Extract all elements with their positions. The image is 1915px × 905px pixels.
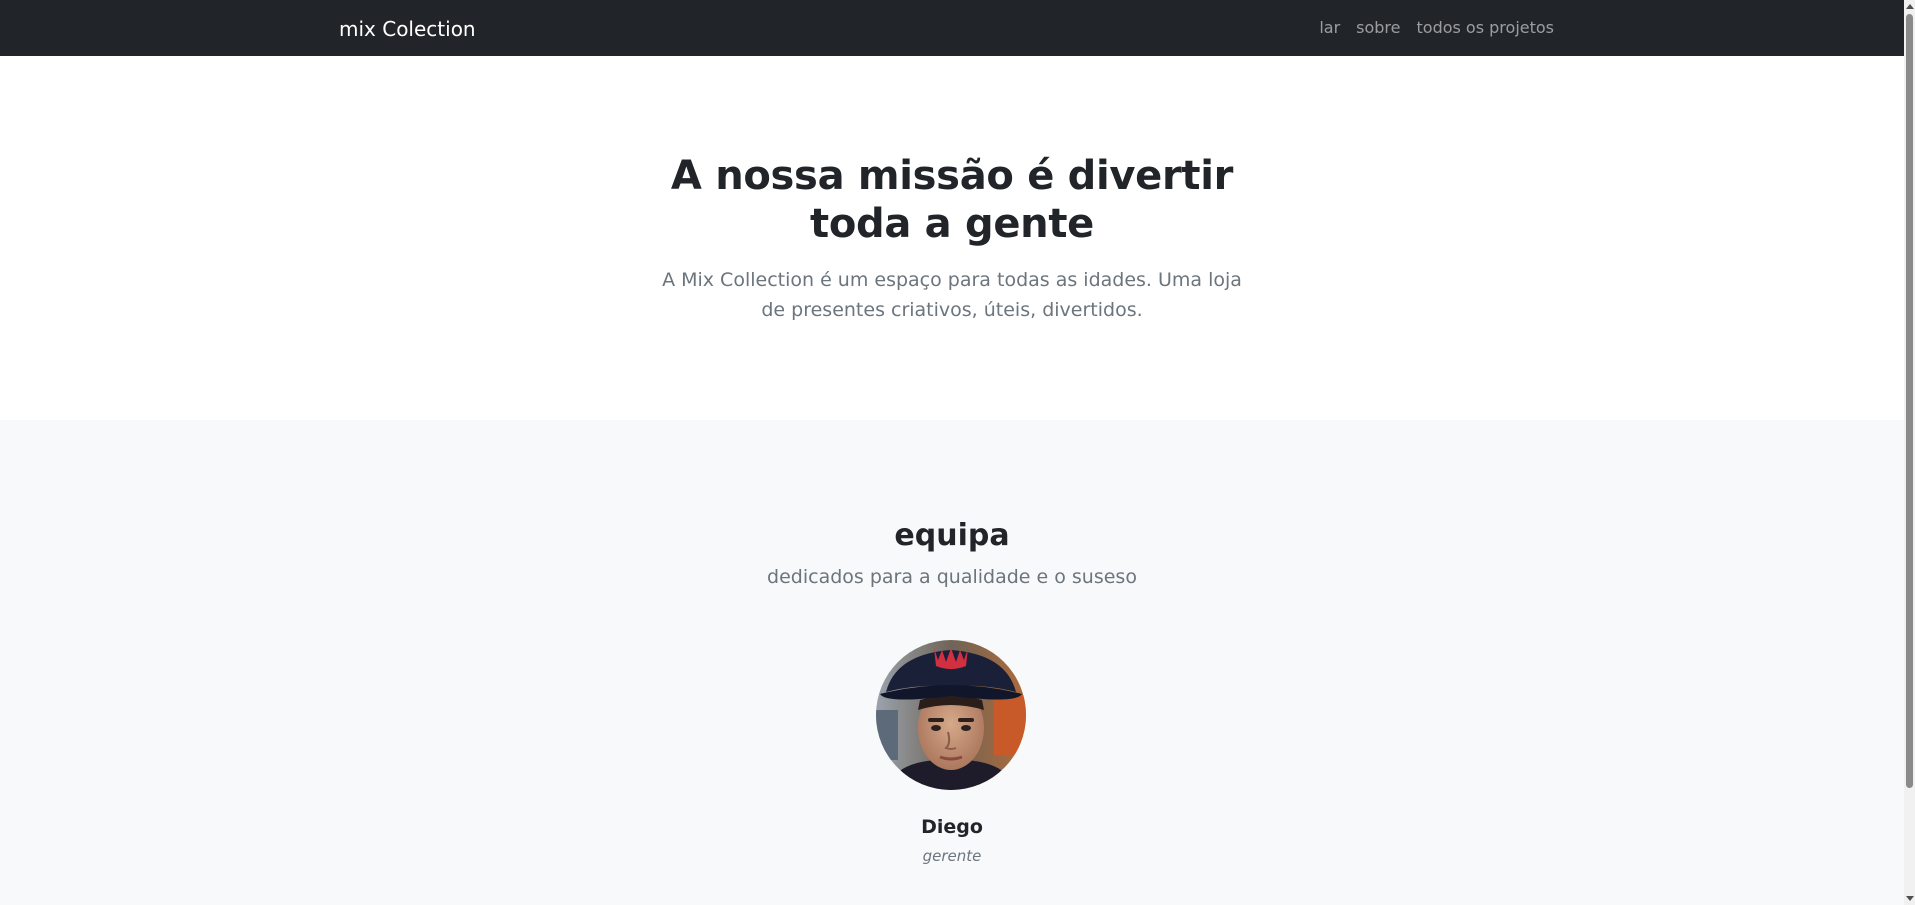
avatar-photo	[876, 640, 1026, 790]
brand-link[interactable]: mix Colection	[339, 16, 476, 42]
nav-link-home[interactable]: lar	[1319, 18, 1340, 38]
mission-lead: A Mix Collection é um espaço para todas …	[0, 265, 1904, 325]
member-avatar	[876, 640, 1026, 790]
top-navbar: mix Colection lar sobre todos os projeto…	[0, 0, 1904, 56]
mission-title-text: A nossa missão é divertir toda a gente	[670, 153, 1234, 247]
page: mix Colection lar sobre todos os projeto…	[0, 0, 1915, 905]
page-scrollbar[interactable]	[1904, 0, 1915, 905]
scroll-thumb[interactable]	[1906, 14, 1913, 788]
mission-lead-text: A Mix Collection é um espaço para todas …	[662, 269, 1242, 321]
team-subtitle: dedicados para a qualidade e o suseso	[767, 566, 1137, 588]
team-title: equipa	[894, 518, 1010, 553]
scroll-up-icon[interactable]	[1906, 4, 1914, 9]
team-section: equipa dedicados para a qualidade e o su…	[0, 420, 1904, 905]
member-name: Diego	[921, 816, 983, 838]
member-role: gerente	[922, 847, 982, 865]
mission-title: A nossa missão é divertir toda a gente	[0, 152, 1904, 248]
nav-link-about[interactable]: sobre	[1356, 18, 1400, 38]
nav-links: lar sobre todos os projetos	[1319, 18, 1554, 38]
nav-link-all-projects[interactable]: todos os projetos	[1417, 18, 1555, 38]
mission-hero: A nossa missão é divertir toda a gente A…	[0, 56, 1904, 420]
scroll-down-icon[interactable]	[1906, 896, 1914, 901]
